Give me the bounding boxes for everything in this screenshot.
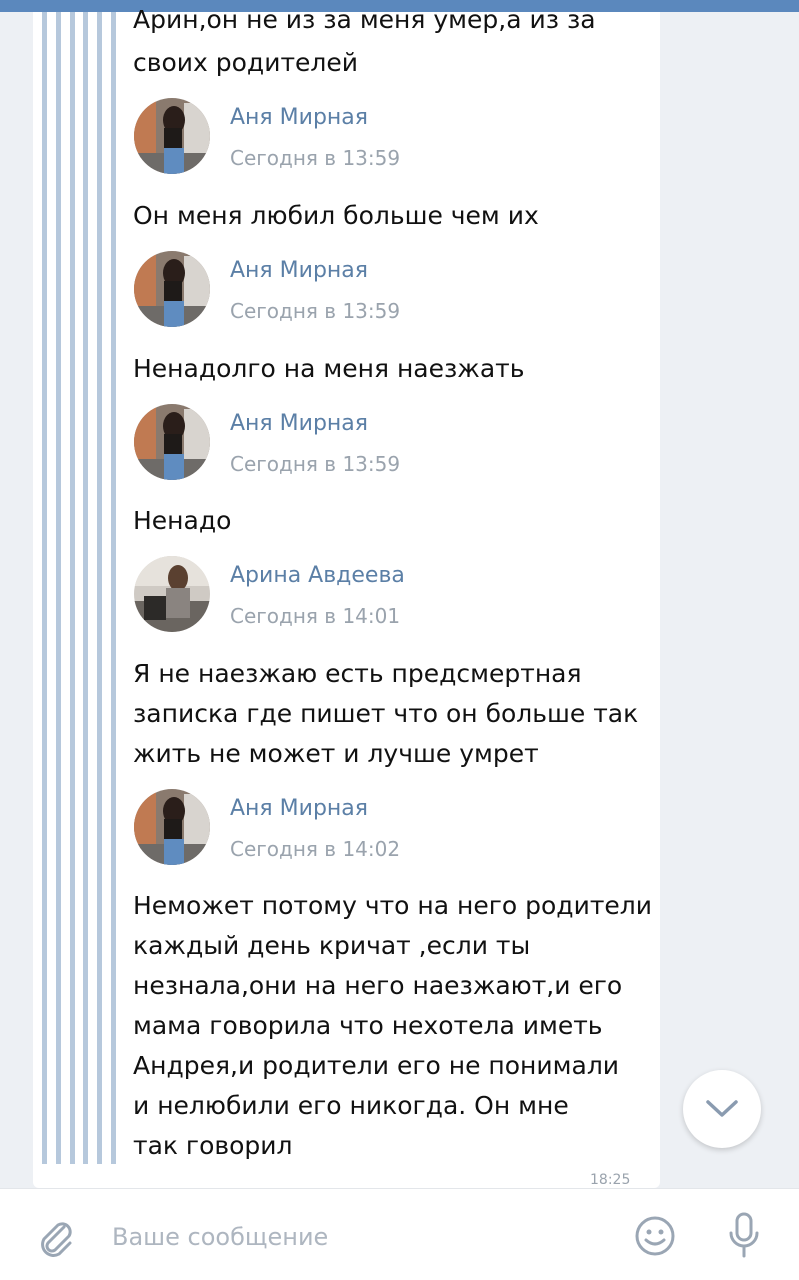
message-text-line: Ненадо — [133, 506, 232, 535]
message-timestamp: Сегодня в 14:01 — [230, 604, 401, 628]
avatar[interactable] — [134, 251, 210, 327]
message-text-line: Ненадолго на меня наезжать — [133, 354, 525, 383]
message-timestamp: Сегодня в 13:59 — [230, 299, 401, 323]
avatar[interactable] — [134, 98, 210, 174]
author-name[interactable]: Аня Мирная — [230, 411, 368, 436]
message-text-line: так говорил — [133, 1131, 293, 1160]
attach-button[interactable] — [34, 1215, 78, 1259]
avatar[interactable] — [134, 404, 210, 480]
voice-message-button[interactable] — [722, 1211, 766, 1261]
avatar[interactable] — [134, 556, 210, 632]
message-text-line: Я не наезжаю есть предсмертная — [133, 659, 582, 688]
message-text-line: записка где пишет что он больше так — [133, 699, 639, 728]
message-text-line: жить не может и лучше умрет — [133, 739, 539, 768]
author-name[interactable]: Аня Мирная — [230, 105, 368, 130]
forwarded-quote-bars — [42, 12, 116, 1164]
microphone-icon — [729, 1212, 759, 1258]
emoji-button[interactable] — [632, 1213, 678, 1259]
message-text-line: мама говорила что нехотела иметь — [133, 1011, 603, 1040]
scroll-to-bottom-button[interactable] — [683, 1070, 761, 1148]
message-timestamp: Сегодня в 14:02 — [230, 837, 401, 861]
smiley-icon — [635, 1216, 675, 1256]
message-sent-time: 18:25 — [590, 1172, 631, 1186]
message-timestamp: Сегодня в 13:59 — [230, 146, 401, 170]
author-name[interactable]: Арина Авдеева — [230, 563, 405, 588]
message-text-line: Андрея,и родители его не понимали — [133, 1051, 620, 1080]
message-text-line: Неможет потому что на него родители — [133, 891, 653, 920]
paperclip-icon — [41, 1222, 72, 1257]
message-input[interactable] — [112, 1217, 592, 1257]
message-composer — [0, 1188, 799, 1280]
message-text-line: незнала,они на него наезжают,и его — [133, 971, 623, 1000]
message-text-line: Арин,он не из за меня умер,а из за — [133, 5, 596, 34]
chevron-down-icon — [706, 1100, 738, 1117]
message-text-line: своих родителей — [133, 48, 359, 77]
message-text-line: и нелюбили его никогда. Он мне — [133, 1091, 569, 1120]
message-text-line: Он меня любил больше чем их — [133, 201, 539, 230]
message-timestamp: Сегодня в 13:59 — [230, 452, 401, 476]
message-text-line: каждый день кричат ,если ты — [133, 931, 531, 960]
author-name[interactable]: Аня Мирная — [230, 258, 368, 283]
author-name[interactable]: Аня Мирная — [230, 796, 368, 821]
avatar[interactable] — [134, 789, 210, 865]
